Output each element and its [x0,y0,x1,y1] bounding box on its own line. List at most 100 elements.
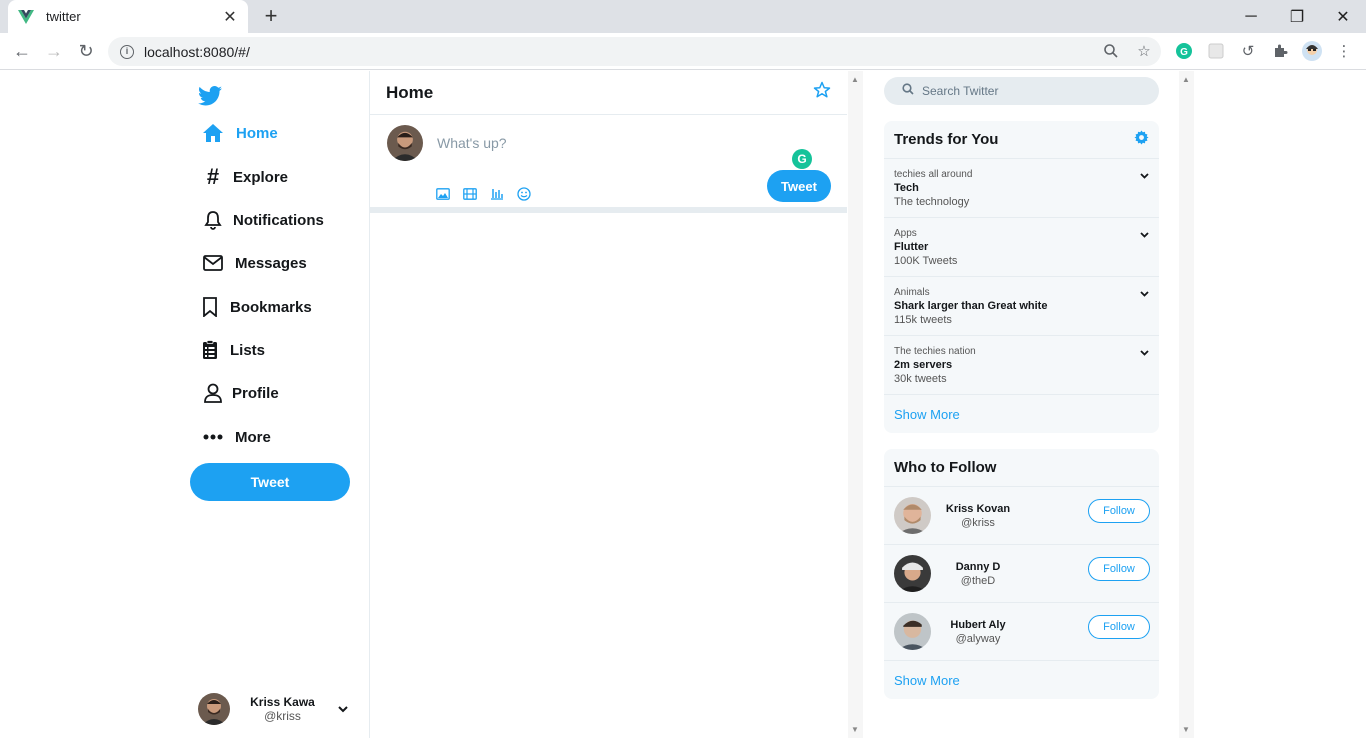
scroll-up-icon[interactable]: ▲ [851,75,859,84]
follow-suggestion: Hubert Aly @alyway Follow [884,603,1159,661]
browser-tab[interactable]: twitter ✕ [8,0,248,33]
bookmark-star-icon[interactable]: ☆ [1134,41,1154,61]
gear-icon[interactable] [1134,129,1149,150]
browser-menu-icon[interactable]: ⋮ [1334,41,1354,61]
trend-item[interactable]: The techies nation 2m servers 30k tweets [884,336,1159,395]
compose-tweet-button[interactable]: Tweet [767,170,831,202]
scroll-down-icon[interactable]: ▼ [851,725,859,734]
avatar[interactable] [894,555,931,592]
sidebar-item-more[interactable]: More [202,424,271,450]
close-tab-icon[interactable]: ✕ [222,7,238,27]
sidebar-item-label: Home [236,124,278,142]
sidebar-tweet-button[interactable]: Tweet [190,463,350,501]
scroll-down-icon[interactable]: ▼ [1182,725,1190,734]
trend-category: Animals [894,287,930,298]
trend-title: Flutter [894,241,929,253]
hashtag-icon: # [206,164,220,189]
compose-box: G Tweet [370,115,847,213]
main-timeline: Home G Tweet [370,71,847,738]
search-box[interactable] [884,77,1159,105]
search-icon [902,82,914,100]
sidebar-item-label: Bookmarks [230,298,312,316]
address-bar[interactable]: i localhost:8080/#/ [108,37,1161,66]
extensions-puzzle-icon[interactable] [1270,41,1290,61]
avatar[interactable] [894,497,931,534]
close-window-icon[interactable]: ✕ [1320,0,1366,33]
forward-icon[interactable]: → [44,41,64,61]
zoom-icon[interactable] [1101,41,1121,61]
emoji-icon[interactable] [517,186,544,202]
new-tab-icon[interactable]: + [260,5,282,27]
trend-count: 100K Tweets [894,255,958,267]
chevron-down-icon[interactable] [338,702,348,716]
trend-title: Tech [894,182,919,194]
avatar [198,693,230,725]
scroll-up-icon[interactable]: ▲ [1182,75,1190,84]
grammarly-extension-icon[interactable]: G [1174,41,1194,61]
follow-button[interactable]: Follow [1088,499,1150,523]
sidebar-item-label: Explore [233,168,289,186]
follow-suggestion: Kriss Kovan @kriss Follow [884,487,1159,545]
twitter-logo-icon[interactable] [198,85,222,107]
trend-title: Shark larger than Great white [894,300,1048,312]
star-icon[interactable] [813,81,831,104]
sidebar-item-notifications[interactable]: Notifications [202,207,324,233]
history-icon[interactable]: ↺ [1238,41,1258,61]
extension-icon[interactable] [1206,41,1226,61]
search-input[interactable] [922,84,1142,98]
more-icon [202,426,224,448]
sidebar-item-lists[interactable]: Lists [202,337,265,363]
who-to-follow-panel: Who to Follow Kriss Kovan @kriss Follow … [884,449,1159,699]
site-info-icon[interactable]: i [120,44,134,59]
sidebar-item-profile[interactable]: Profile [202,380,279,406]
right-scrollbar[interactable]: ▲ ▼ [1179,71,1194,738]
chevron-down-icon[interactable] [1140,289,1149,300]
image-icon[interactable] [436,186,463,202]
trend-category: Apps [894,228,917,239]
grammarly-icon[interactable]: G [792,149,812,169]
chevron-down-icon[interactable] [1140,230,1149,241]
trends-show-more-link[interactable]: Show More [884,395,1159,433]
follow-show-more-link[interactable]: Show More [884,661,1159,699]
user-handle: @kriss [961,516,995,529]
sidebar-item-home[interactable]: Home [202,120,278,146]
account-switcher[interactable]: Kriss Kawa @kriss [198,691,348,727]
browser-toolbar: ← → ↻ i localhost:8080/#/ ☆ G ↺ ⋮ [0,33,1366,70]
chevron-down-icon[interactable] [1140,348,1149,359]
avatar[interactable] [894,613,931,650]
follow-button[interactable]: Follow [1088,557,1150,581]
twitter-app: Home # Explore Notifications Messages Bo… [0,71,1366,738]
sidebar-item-messages[interactable]: Messages [202,250,307,276]
right-sidebar: Trends for You techies all around Tech T… [865,71,1179,738]
compose-input[interactable] [437,135,737,151]
who-to-follow-title: Who to Follow [894,459,997,476]
follow-button[interactable]: Follow [1088,615,1150,639]
main-header: Home [370,71,847,115]
trend-title: 2m servers [894,359,953,371]
left-sidebar: Home # Explore Notifications Messages Bo… [190,71,370,738]
user-handle: @theD [960,574,996,587]
restore-icon[interactable]: ❐ [1274,0,1320,33]
profile-avatar-icon[interactable] [1302,41,1322,61]
sidebar-item-explore[interactable]: # Explore [202,164,288,190]
envelope-icon [202,252,224,274]
url-text: localhost:8080/#/ [144,43,250,60]
main-scrollbar[interactable]: ▲ ▼ [848,71,863,738]
user-name: Hubert Aly [950,618,1006,631]
tab-title: twitter [46,9,81,24]
trend-count: 30k tweets [894,373,947,385]
trend-item[interactable]: techies all around Tech The technology [884,159,1159,218]
gif-icon[interactable] [463,186,490,202]
chevron-down-icon[interactable] [1140,171,1149,182]
reload-icon[interactable]: ↻ [76,41,96,61]
avatar [387,125,423,161]
sidebar-item-bookmarks[interactable]: Bookmarks [202,294,312,320]
trend-item[interactable]: Animals Shark larger than Great white 11… [884,277,1159,336]
minimize-icon[interactable]: ─ [1228,0,1274,33]
back-icon[interactable]: ← [12,41,32,61]
poll-icon[interactable] [490,186,517,202]
trend-item[interactable]: Apps Flutter 100K Tweets [884,218,1159,277]
user-name: Kriss Kovan [945,502,1011,515]
compose-tools [436,186,544,202]
vue-logo-icon [18,9,34,24]
